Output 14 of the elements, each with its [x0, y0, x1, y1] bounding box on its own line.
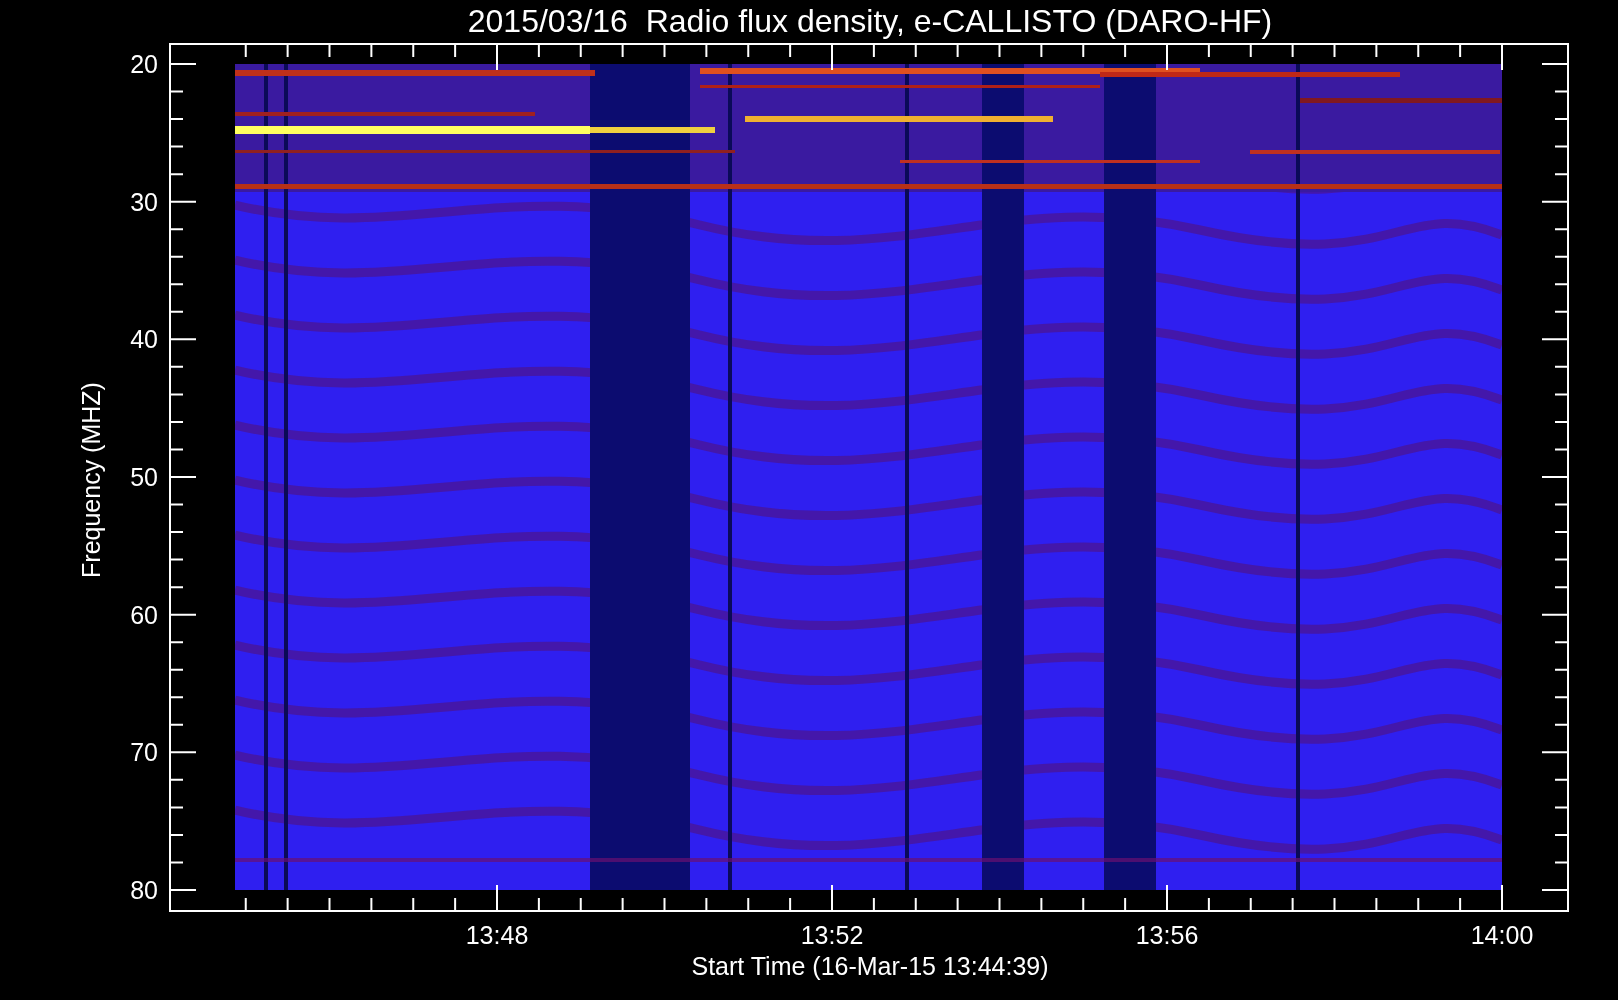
y-tick-label: 80 — [130, 876, 158, 904]
y-tick-label: 40 — [130, 325, 158, 354]
x-tick-label: 13:52 — [800, 921, 864, 949]
x-tick-label: 13:48 — [465, 921, 529, 949]
x-axis-label: Start Time (16-Mar-15 13:44:39) — [691, 952, 1049, 980]
y-tick-label: 20 — [130, 50, 158, 78]
y-axis-label: Frequency (MHZ) — [77, 382, 105, 578]
chart-title: 2015/03/16 Radio flux density, e-CALLISTO (DARO-HF) — [467, 3, 1273, 39]
x-tick-label: 14:00 — [1470, 921, 1534, 949]
y-tick-label: 70 — [130, 738, 158, 767]
y-tick-label: 30 — [130, 187, 158, 216]
y-tick-label: 60 — [130, 600, 158, 629]
x-tick-label: 13:56 — [1135, 921, 1199, 949]
y-tick-label: 50 — [130, 463, 158, 491]
